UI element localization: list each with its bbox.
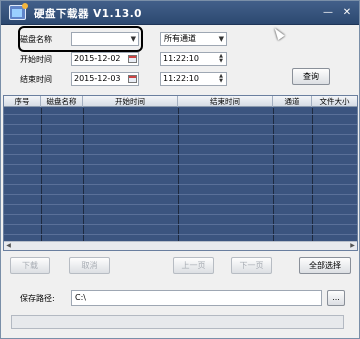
channel-select[interactable]: 所有通道 ▼ (160, 32, 227, 46)
start-time-value: 11:22:10 (163, 54, 199, 63)
next-page-button[interactable]: 下一页 (231, 257, 272, 274)
row-divider (4, 124, 357, 125)
query-button[interactable]: 查询 (292, 68, 330, 85)
table-body[interactable] (4, 108, 357, 244)
end-date-value: 2015-12-03 (74, 74, 121, 83)
prev-page-button[interactable]: 上一页 (173, 257, 214, 274)
end-date-picker[interactable]: 2015-12-03 (71, 72, 139, 86)
app-icon (9, 3, 28, 20)
column-header[interactable]: 磁盘名称 (41, 96, 83, 107)
row-divider (4, 194, 357, 195)
channel-value: 所有通道 (164, 34, 196, 43)
select-all-button[interactable]: 全部选择 (299, 257, 351, 274)
row-divider (4, 174, 357, 175)
start-date-picker[interactable]: 2015-12-02 (71, 52, 139, 66)
start-date-value: 2015-12-02 (74, 54, 121, 63)
end-time-label: 结束时间 (20, 75, 52, 84)
row-divider (4, 204, 357, 205)
row-divider (4, 184, 357, 185)
row-divider (4, 224, 357, 225)
cancel-button[interactable]: 取消 (69, 257, 110, 274)
results-table[interactable]: 序号 磁盘名称 开始时间 结束时间 通道 文件大小 ◀ ▶ (3, 95, 358, 251)
row-divider (4, 134, 357, 135)
end-time-field[interactable]: 11:22:10 ▲ ▼ (160, 72, 227, 86)
progress-bar (11, 315, 344, 329)
column-header[interactable]: 序号 (4, 96, 41, 107)
chevron-down-icon: ▼ (218, 35, 224, 43)
minimize-button[interactable]: — (320, 5, 336, 20)
row-divider (4, 214, 357, 215)
row-divider (4, 164, 357, 165)
window-title: 硬盘下载器 V1.13.0 (34, 8, 142, 20)
save-path-input[interactable]: C:\ (71, 290, 322, 306)
download-button[interactable]: 下载 (10, 257, 50, 274)
table-header: 序号 磁盘名称 开始时间 结束时间 通道 文件大小 (4, 96, 357, 107)
column-header[interactable]: 开始时间 (83, 96, 178, 107)
main-window: 硬盘下载器 V1.13.0 — ✕ 磁盘名称 ▼ 所有通道 ▼ 开始时间 201… (0, 0, 360, 339)
title-bar[interactable]: 硬盘下载器 V1.13.0 — ✕ (1, 1, 359, 25)
start-time-label: 开始时间 (20, 55, 52, 64)
column-header[interactable]: 结束时间 (178, 96, 273, 107)
mouse-cursor-icon (271, 25, 285, 41)
horizontal-scrollbar[interactable]: ◀ ▶ (4, 241, 357, 250)
close-button[interactable]: ✕ (339, 5, 355, 20)
scroll-right-icon[interactable]: ▶ (348, 242, 357, 250)
browse-button[interactable]: ... (327, 290, 345, 306)
column-header[interactable]: 通道 (273, 96, 312, 107)
row-divider (4, 144, 357, 145)
column-header[interactable]: 文件大小 (312, 96, 357, 107)
highlight-annotation (18, 26, 143, 52)
row-divider (4, 154, 357, 155)
row-divider (4, 114, 357, 115)
calendar-icon[interactable] (128, 75, 137, 83)
save-path-label: 保存路径: (20, 294, 55, 303)
row-divider (4, 234, 357, 235)
start-time-field[interactable]: 11:22:10 ▲ ▼ (160, 52, 227, 66)
spinner-icon[interactable]: ▲ ▼ (217, 74, 225, 84)
scroll-left-icon[interactable]: ◀ (4, 242, 13, 250)
end-time-value: 11:22:10 (163, 74, 199, 83)
spinner-icon[interactable]: ▲ ▼ (217, 54, 225, 64)
calendar-icon[interactable] (128, 55, 137, 63)
